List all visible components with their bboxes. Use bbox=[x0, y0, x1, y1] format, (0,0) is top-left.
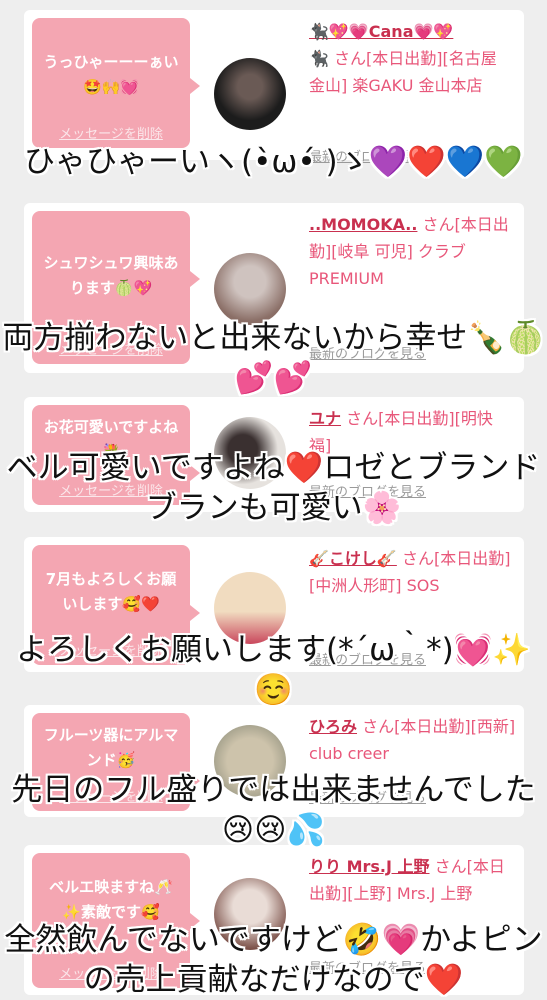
message-bubble: うっひゃーーーぁい🤩🙌💓 メッセージを削除 bbox=[32, 18, 200, 148]
profile-name-link[interactable]: りり Mrs.J 上野 bbox=[309, 857, 430, 876]
message-text: うっひゃーーーぁい🤩🙌💓 bbox=[43, 53, 179, 96]
avatar[interactable] bbox=[214, 253, 286, 325]
profile-name-link[interactable]: ..MOMOKA.. bbox=[309, 215, 417, 234]
message-text: 7月もよろしくお願いします🥰❤️ bbox=[45, 570, 177, 613]
profile-info: ひろみ さん[本日出勤][西新] club creer bbox=[309, 713, 516, 767]
reply-caption: 全然飲んでないですけど🤣💗かよピンの売上貢献なだけなので❤️ bbox=[4, 922, 543, 998]
profile-name-link[interactable]: 🎸こけし🎸 bbox=[309, 549, 397, 568]
reply-caption: 先日のフル盛りでは出来ませんでした😢😢💦 bbox=[11, 772, 536, 848]
profile-info: 🎸こけし🎸 さん[本日出勤][中洲人形町] SOS bbox=[309, 545, 516, 599]
profile-info: ..MOMOKA.. さん[本日出勤][岐阜 可児] クラブ PREMIUM bbox=[309, 211, 516, 292]
profile-detail: 🐈‍⬛ さん[本日出勤][名古屋 金山] 楽GAKU 金山本店 bbox=[309, 49, 497, 95]
message-card: うっひゃーーーぁい🤩🙌💓 メッセージを削除 🐈‍⬛💖💗Cana💗💖 🐈‍⬛ さん… bbox=[24, 10, 524, 165]
reply-caption: 両方揃わないと出来ないから幸せ🍾🍈💕💕 bbox=[2, 320, 545, 396]
delete-message-link[interactable]: メッセージを削除 bbox=[32, 123, 190, 142]
reply-caption: ベル可愛いですよね❤️ロゼとブランドブランも可愛い🌸 bbox=[6, 450, 541, 526]
profile-name-link[interactable]: ユナ bbox=[309, 409, 341, 428]
reply-caption: よろしくお願いします(*´ω｀*)💓✨☺️ bbox=[16, 632, 531, 708]
avatar[interactable] bbox=[214, 58, 286, 130]
message-text: フルーツ器にアルマンド🥳 bbox=[43, 726, 179, 769]
profile-info: りり Mrs.J 上野 さん[本日出勤][上野] Mrs.J 上野 bbox=[309, 853, 516, 907]
profile-name-link[interactable]: 🐈‍⬛💖💗Cana💗💖 bbox=[309, 22, 453, 41]
reply-caption: ひゃひゃーいヽ(•̀ω•́ )ゝ💜❤️💙💚 bbox=[24, 144, 523, 180]
message-text: シュワシュワ興味あります🍈💖 bbox=[43, 254, 179, 297]
message-text: ベルエ映ますね🥂✨素敵です🥰 bbox=[49, 878, 173, 921]
profile-name-link[interactable]: ひろみ bbox=[309, 717, 357, 736]
profile-info: 🐈‍⬛💖💗Cana💗💖 🐈‍⬛ さん[本日出勤][名古屋 金山] 楽GAKU 金… bbox=[309, 18, 516, 99]
